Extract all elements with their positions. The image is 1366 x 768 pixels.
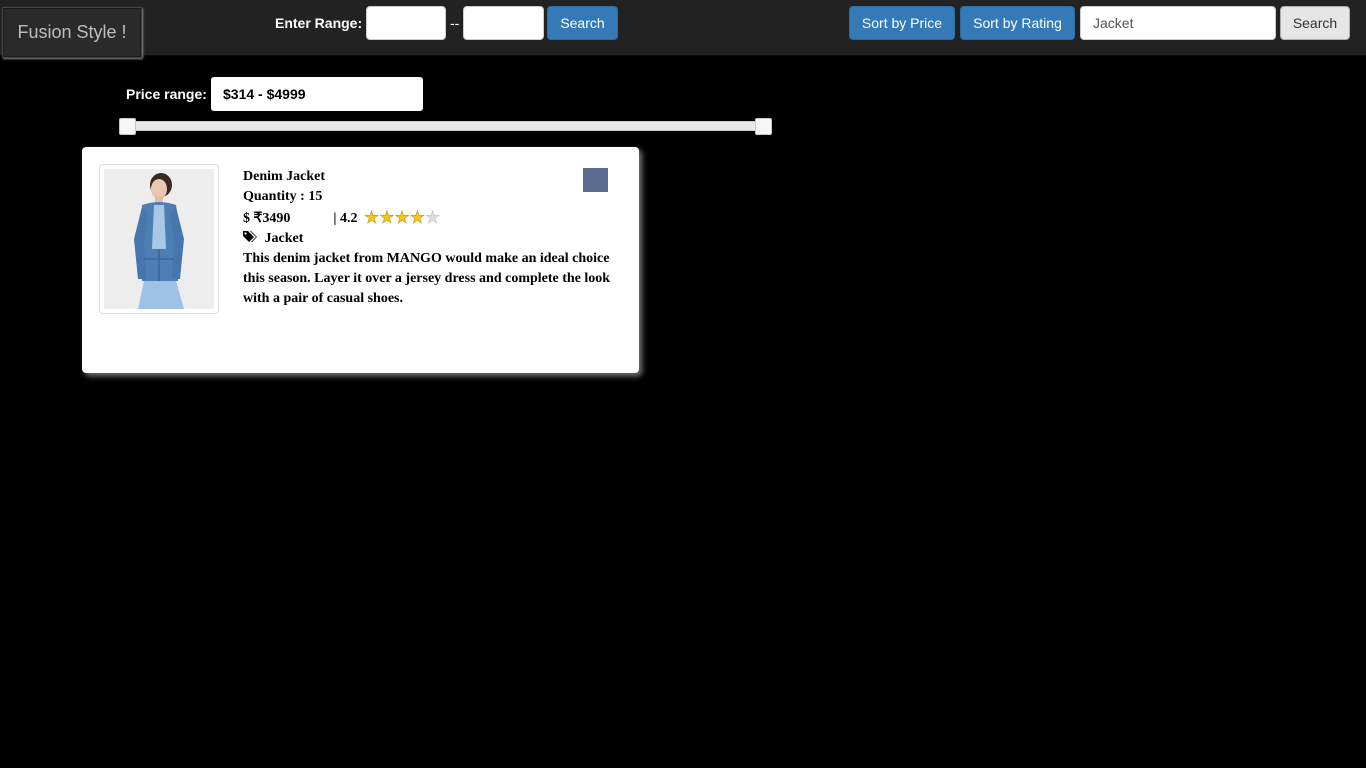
star-empty-icon: ★	[425, 208, 441, 228]
tags-icon	[243, 231, 257, 242]
range-label: Enter Range:	[275, 15, 363, 31]
star-filled-icon: ★	[409, 208, 426, 228]
star-filled-icon: ★	[394, 208, 410, 228]
product-quantity: Quantity : 15	[243, 189, 323, 204]
product-category-row: Jacket	[243, 230, 303, 247]
sort-by-rating-button[interactable]: Sort by Rating	[960, 6, 1075, 40]
product-photo	[104, 169, 214, 309]
product-card: Denim Jacket Quantity : 15 $ ₹3490 | 4.2…	[82, 147, 639, 373]
product-name: Denim Jacket	[243, 169, 326, 184]
brand-logo[interactable]: Fusion Style !	[2, 7, 142, 58]
search-input[interactable]	[1080, 6, 1276, 40]
product-color-swatch	[583, 168, 608, 192]
rating-stars: ★ ★ ★ ★ ★	[364, 208, 441, 228]
product-rating: 4.2	[340, 211, 358, 226]
range-min-input[interactable]	[366, 6, 446, 40]
product-price-row: $ ₹3490 | 4.2 ★ ★ ★ ★ ★	[243, 208, 441, 228]
search-button[interactable]: Search	[1280, 6, 1350, 40]
rating-separator: |	[333, 211, 337, 226]
price-currency: $	[243, 211, 250, 226]
product-price: ₹3490	[253, 211, 291, 226]
sort-by-price-button[interactable]: Sort by Price	[849, 6, 955, 40]
price-slider-track[interactable]	[120, 121, 768, 131]
range-search-button[interactable]: Search	[547, 6, 618, 40]
navbar: Fusion Style ! Enter Range: -- Search So…	[0, 0, 1366, 58]
star-filled-icon: ★	[379, 208, 395, 228]
product-description: This denim jacket from MANGO would make …	[243, 251, 611, 306]
price-range-value: $314 - $4999	[211, 77, 423, 111]
price-slider-max-handle[interactable]	[755, 118, 772, 135]
star-filled-icon: ★	[364, 208, 380, 228]
price-range-label: Price range:	[126, 86, 207, 102]
product-category: Jacket	[264, 231, 304, 246]
range-max-input[interactable]	[463, 6, 544, 40]
range-separator: --	[450, 15, 460, 31]
price-slider-min-handle[interactable]	[119, 118, 136, 135]
product-image	[99, 164, 219, 314]
